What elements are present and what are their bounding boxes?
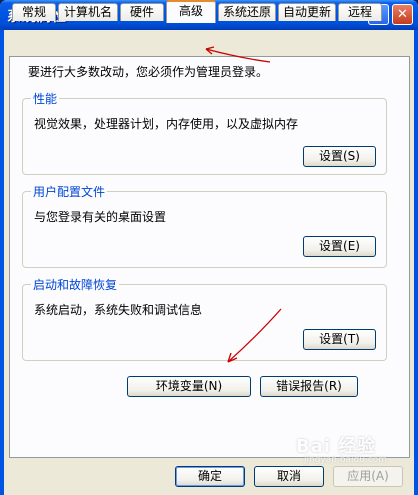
tab-system-restore[interactable]: 系统还原: [218, 3, 276, 21]
window-frame-left: [0, 30, 4, 495]
system-properties-window: 系统属性 ? ✕ 常规 计算机名 硬件 高级 系统还原 自动更新 远程 要进行大…: [0, 0, 418, 495]
tab-remote[interactable]: 远程: [338, 3, 382, 21]
startup-recovery-group-title: 启动和故障恢复: [31, 276, 120, 293]
watermark-url: jingyan.baidu.com: [304, 455, 388, 465]
performance-settings-button[interactable]: 设置(S): [303, 146, 376, 167]
performance-group-title: 性能: [31, 90, 60, 107]
close-button[interactable]: ✕: [392, 4, 413, 25]
tab-automatic-updates[interactable]: 自动更新: [278, 3, 336, 21]
error-reporting-button[interactable]: 错误报告(R): [260, 376, 358, 397]
ok-button[interactable]: 确定: [175, 466, 245, 487]
window-frame-right: [414, 30, 418, 495]
startup-recovery-settings-button[interactable]: 设置(T): [303, 329, 376, 350]
tab-hardware[interactable]: 硬件: [120, 3, 164, 21]
cancel-button[interactable]: 取消: [254, 466, 324, 487]
performance-description: 视觉效果，处理器计划，内存使用，以及虚拟内存: [34, 117, 299, 131]
tab-advanced[interactable]: 高级: [166, 0, 216, 23]
apply-button[interactable]: 应用(A): [333, 466, 403, 487]
user-profiles-group-title: 用户配置文件: [31, 183, 108, 200]
startup-recovery-description: 系统启动，系统失败和调试信息: [34, 303, 203, 317]
admin-notice: 要进行大多数改动，您必须作为管理员登录。: [28, 65, 269, 79]
tab-general[interactable]: 常规: [12, 3, 56, 21]
environment-variables-button[interactable]: 环境变量(N): [127, 376, 251, 397]
user-profiles-description: 与您登录有关的桌面设置: [34, 210, 167, 224]
user-profiles-settings-button[interactable]: 设置(E): [303, 236, 376, 257]
tab-computer-name[interactable]: 计算机名: [58, 3, 118, 21]
